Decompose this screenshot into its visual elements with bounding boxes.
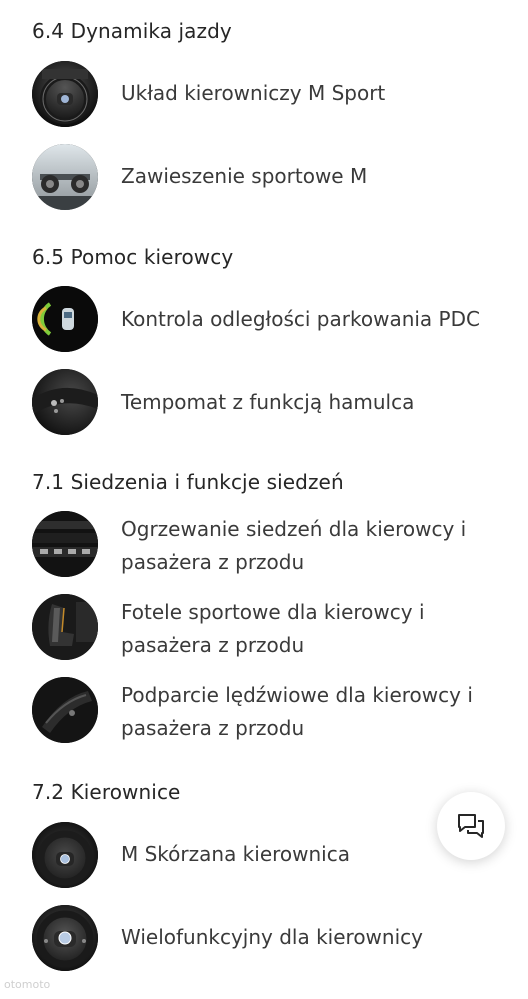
parking-sensor-icon [32,286,98,352]
chat-icon [458,814,484,838]
section-title-siedzenia: 7.1 Siedzenia i funkcje siedzeń [32,470,344,494]
section-title-dynamika: 6.4 Dynamika jazdy [32,19,232,43]
section-title-kierownice: 7.2 Kierownice [32,780,181,804]
multifunction-wheel-icon [32,905,98,971]
steering-wheel-icon [32,61,98,127]
section-title-pomoc: 6.5 Pomoc kierowcy [32,245,234,269]
watermark: otomoto [4,978,51,991]
item-label: Układ kierowniczy M Sport [121,81,386,105]
item-label: Wielofunkcyjny dla kierownicy [121,925,423,949]
item-label: Tempomat z funkcją hamulca [121,390,415,414]
leather-steering-wheel-icon [32,822,98,888]
item-label: Zawieszenie sportowe M [121,164,368,188]
lumbar-support-icon [32,677,98,743]
item-label: Podparcie lędźwiowe dla kierowcy i pasaż… [121,683,473,740]
seat-heating-icon [32,511,98,577]
item-label: Fotele sportowe dla kierowcy i pasażera … [121,600,425,657]
chat-button[interactable] [437,792,505,860]
suspension-icon [32,144,98,210]
item-label: Ogrzewanie siedzeń dla kierowcy i pasaże… [121,517,467,574]
cruise-control-icon [32,369,98,435]
sport-seat-icon [32,594,98,660]
item-label: Kontrola odległości parkowania PDC [121,307,480,331]
